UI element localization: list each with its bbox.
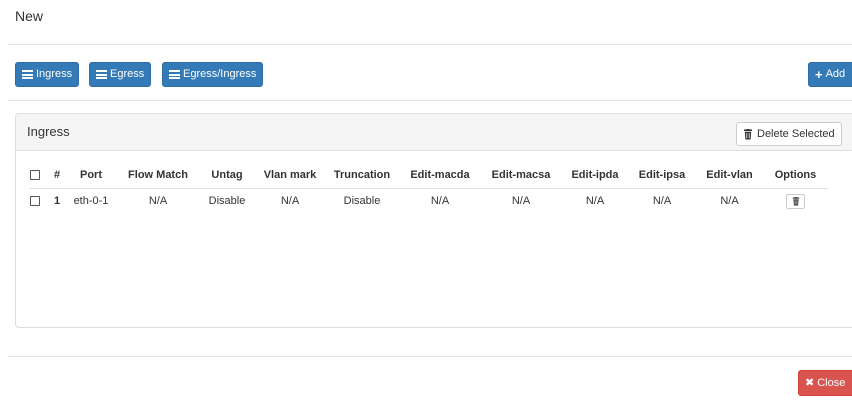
egress-button-label: Egress bbox=[110, 68, 145, 80]
panel-title: Ingress bbox=[27, 124, 70, 139]
add-button-label: Add bbox=[825, 68, 846, 80]
ingress-table: # Port Flow Match Untag Vlan mark Trunca… bbox=[30, 162, 828, 213]
ingress-button[interactable]: Ingress bbox=[15, 62, 80, 87]
column-header-edit-macda: Edit-macda bbox=[400, 162, 480, 189]
column-header-truncation: Truncation bbox=[324, 162, 400, 189]
plus-icon: + bbox=[815, 67, 823, 82]
row-edit-macda: N/A bbox=[430, 195, 450, 207]
column-header-num: # bbox=[50, 162, 64, 189]
egress-button[interactable]: Egress bbox=[89, 62, 152, 87]
delete-selected-button[interactable]: Delete Selected bbox=[736, 122, 842, 146]
delete-selected-label: Delete Selected bbox=[757, 128, 835, 140]
modal-dialog: New Ingress Egress Egress/Ingress + Add … bbox=[0, 0, 852, 409]
column-header-options: Options bbox=[763, 162, 828, 189]
modal-title: New bbox=[15, 8, 44, 24]
row-select-cell bbox=[30, 189, 50, 214]
row-flow-match: N/A bbox=[148, 195, 168, 207]
row-num: 1 bbox=[53, 195, 61, 207]
row-delete-button[interactable] bbox=[786, 193, 805, 209]
column-header-flow-match: Flow Match bbox=[118, 162, 198, 189]
column-header-port: Port bbox=[64, 162, 118, 189]
row-port: eth-0-1 bbox=[73, 195, 109, 207]
close-button-label: Close bbox=[817, 376, 846, 389]
close-button[interactable]: ✖ Close bbox=[798, 370, 852, 396]
list-icon bbox=[169, 70, 180, 79]
table-row: 1 eth-0-1 N/A Disable N/A Disable N/A N/… bbox=[30, 189, 828, 214]
ingress-button-label: Ingress bbox=[36, 68, 73, 80]
egress-ingress-button[interactable]: Egress/Ingress bbox=[162, 62, 264, 87]
column-header-edit-macsa: Edit-macsa bbox=[480, 162, 562, 189]
ingress-panel: Ingress Delete Selected # Port Flow Matc… bbox=[15, 113, 852, 328]
select-all-header bbox=[30, 162, 50, 189]
column-header-vlan-mark: Vlan mark bbox=[256, 162, 324, 189]
row-options bbox=[763, 189, 828, 214]
trash-icon bbox=[792, 196, 799, 205]
row-edit-ipsa: N/A bbox=[652, 195, 672, 207]
close-icon: ✖ bbox=[805, 376, 815, 389]
row-untag: Disable bbox=[208, 195, 246, 207]
egress-ingress-button-label: Egress/Ingress bbox=[183, 68, 257, 80]
row-edit-macsa: N/A bbox=[511, 195, 531, 207]
add-button[interactable]: + Add bbox=[808, 62, 852, 87]
table-header-row: # Port Flow Match Untag Vlan mark Trunca… bbox=[30, 162, 828, 189]
trash-icon bbox=[744, 128, 752, 139]
column-header-edit-vlan: Edit-vlan bbox=[696, 162, 763, 189]
select-all-checkbox[interactable] bbox=[30, 170, 40, 181]
list-icon bbox=[96, 70, 107, 79]
row-edit-vlan: N/A bbox=[720, 195, 739, 207]
row-checkbox[interactable] bbox=[30, 196, 40, 207]
list-icon bbox=[22, 70, 33, 79]
footer-divider bbox=[8, 356, 852, 357]
row-vlan-mark: N/A bbox=[280, 195, 300, 207]
header-divider bbox=[8, 44, 852, 45]
row-truncation: Disable bbox=[343, 195, 381, 207]
column-header-untag: Untag bbox=[198, 162, 256, 189]
toolbar-divider bbox=[8, 100, 852, 101]
row-edit-ipda: N/A bbox=[585, 195, 605, 207]
panel-heading: Ingress Delete Selected bbox=[16, 114, 852, 151]
column-header-edit-ipsa: Edit-ipsa bbox=[628, 162, 696, 189]
column-header-edit-ipda: Edit-ipda bbox=[562, 162, 628, 189]
